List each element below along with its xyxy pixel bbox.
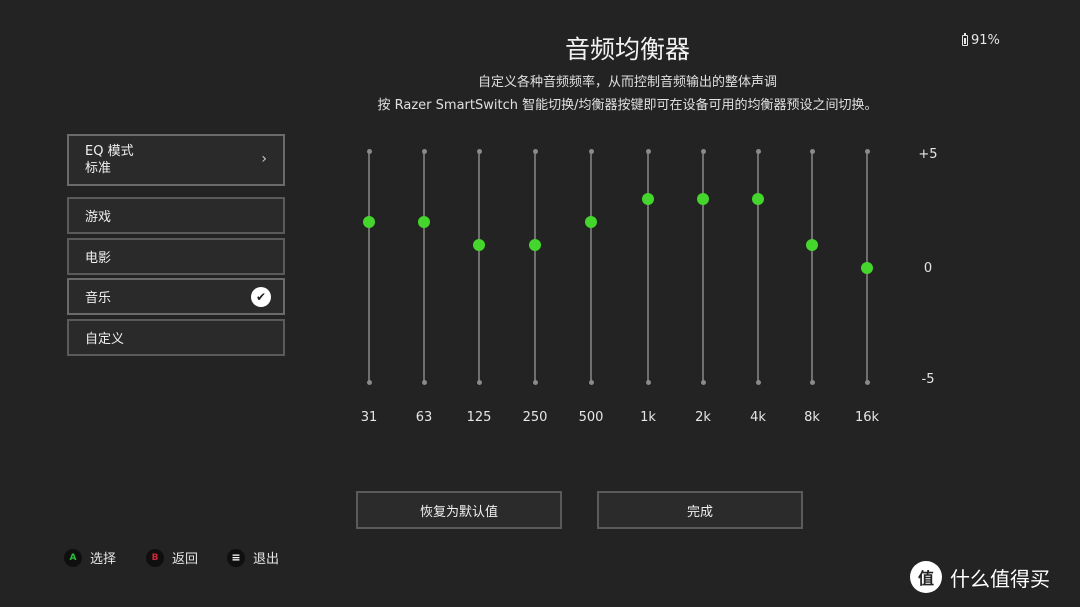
preset-movie[interactable]: 电影 — [67, 238, 285, 275]
subtitle-line-1: 自定义各种音频频率，从而控制音频输出的整体声调 — [477, 75, 777, 90]
eq-slider-bottom-cap — [645, 379, 651, 385]
eq-slider-top-cap — [476, 148, 482, 154]
eq-slider-bottom-cap — [755, 379, 761, 385]
eq-slider-knob[interactable] — [529, 239, 541, 251]
eq-frequency-label: 16k — [854, 410, 880, 425]
watermark-logo-icon: 值 — [910, 561, 942, 593]
eq-slider-bottom-cap — [476, 379, 482, 385]
eq-slider-track[interactable] — [423, 151, 425, 382]
eq-slider-top-cap — [700, 148, 706, 154]
eq-mode-selector[interactable]: EQ 模式 标准 › — [67, 134, 285, 186]
reset-default-button[interactable]: 恢复为默认值 — [356, 491, 562, 529]
eq-slider-track[interactable] — [478, 151, 480, 382]
eq-frequency-label: 63 — [415, 410, 433, 425]
preset-label: 音乐 — [85, 291, 112, 306]
hint-label: 退出 — [253, 552, 280, 567]
eq-slider-top-cap — [532, 148, 538, 154]
eq-slider-bottom-cap — [366, 379, 372, 385]
preset-label: 自定义 — [85, 332, 125, 347]
preset-custom[interactable]: 自定义 — [67, 319, 285, 356]
eq-frequency-label: 4k — [750, 410, 766, 425]
eq-slider-knob[interactable] — [585, 216, 597, 228]
eq-slider-bottom-cap — [700, 379, 706, 385]
eq-frequency-label: 1k — [640, 410, 656, 425]
eq-slider-track[interactable] — [534, 151, 536, 382]
preset-label: 电影 — [85, 251, 112, 266]
eq-slider-bottom-cap — [532, 379, 538, 385]
subtitle-line-2: 按 Razer SmartSwitch 智能切换/均衡器按键即可在设备可用的均衡… — [377, 98, 878, 113]
eq-slider-track[interactable] — [368, 151, 370, 382]
battery-percent: 91% — [971, 33, 1000, 48]
eq-slider-track[interactable] — [757, 151, 759, 382]
battery-indicator: 91% — [962, 33, 1000, 48]
eq-frequency-label: 250 — [522, 410, 548, 425]
eq-slider-track[interactable] — [702, 151, 704, 382]
menu-icon: ≡ — [227, 548, 245, 567]
eq-slider-top-cap — [755, 148, 761, 154]
eq-slider-bottom-cap — [864, 379, 870, 385]
eq-slider-track[interactable] — [590, 151, 592, 382]
preset-music[interactable]: 音乐 ✔ — [67, 278, 285, 315]
page-title: 音频均衡器 — [564, 35, 690, 64]
eq-frequency-label: 31 — [360, 410, 378, 425]
eq-frequency-label: 2k — [695, 410, 711, 425]
scale-label-top: +5 — [918, 147, 938, 162]
eq-frequency-label: 500 — [578, 410, 604, 425]
eq-slider-top-cap — [588, 148, 594, 154]
preset-label: 游戏 — [85, 210, 112, 225]
a-button-icon: A — [64, 548, 82, 567]
eq-slider-knob[interactable] — [861, 262, 873, 274]
eq-slider-knob[interactable] — [473, 239, 485, 251]
eq-slider-track[interactable] — [811, 151, 813, 382]
watermark: 值 什么值得买 — [910, 561, 1050, 593]
scale-label-bottom: -5 — [921, 372, 935, 387]
eq-slider-knob[interactable] — [642, 193, 654, 205]
eq-frequency-label: 8k — [804, 410, 820, 425]
preset-game[interactable]: 游戏 — [67, 197, 285, 234]
eq-slider-knob[interactable] — [752, 193, 764, 205]
watermark-text: 什么值得买 — [950, 566, 1050, 591]
eq-slider-top-cap — [645, 148, 651, 154]
chevron-right-icon: › — [261, 151, 267, 167]
hint-select[interactable]: A 选择 — [64, 548, 116, 567]
hint-label: 选择 — [90, 552, 117, 567]
eq-slider-track[interactable] — [647, 151, 649, 382]
eq-slider-top-cap — [864, 148, 870, 154]
eq-slider-bottom-cap — [588, 379, 594, 385]
eq-slider-knob[interactable] — [697, 193, 709, 205]
done-button[interactable]: 完成 — [597, 491, 803, 529]
eq-slider-top-cap — [809, 148, 815, 154]
hint-back[interactable]: B 返回 — [146, 548, 198, 567]
b-button-icon: B — [146, 548, 164, 567]
eq-slider-bottom-cap — [421, 379, 427, 385]
eq-slider-knob[interactable] — [806, 239, 818, 251]
eq-mode-label: EQ 模式 — [85, 144, 134, 159]
eq-slider-knob[interactable] — [418, 216, 430, 228]
check-icon: ✔ — [251, 287, 271, 307]
eq-mode-value: 标准 — [85, 161, 112, 176]
eq-frequency-label: 125 — [466, 410, 492, 425]
hint-label: 返回 — [172, 552, 199, 567]
eq-slider-top-cap — [421, 148, 427, 154]
eq-slider-knob[interactable] — [363, 216, 375, 228]
scale-label-mid: 0 — [923, 261, 933, 276]
hint-exit[interactable]: ≡ 退出 — [227, 548, 279, 567]
eq-slider-top-cap — [366, 148, 372, 154]
eq-slider-bottom-cap — [809, 379, 815, 385]
battery-icon — [962, 33, 968, 46]
